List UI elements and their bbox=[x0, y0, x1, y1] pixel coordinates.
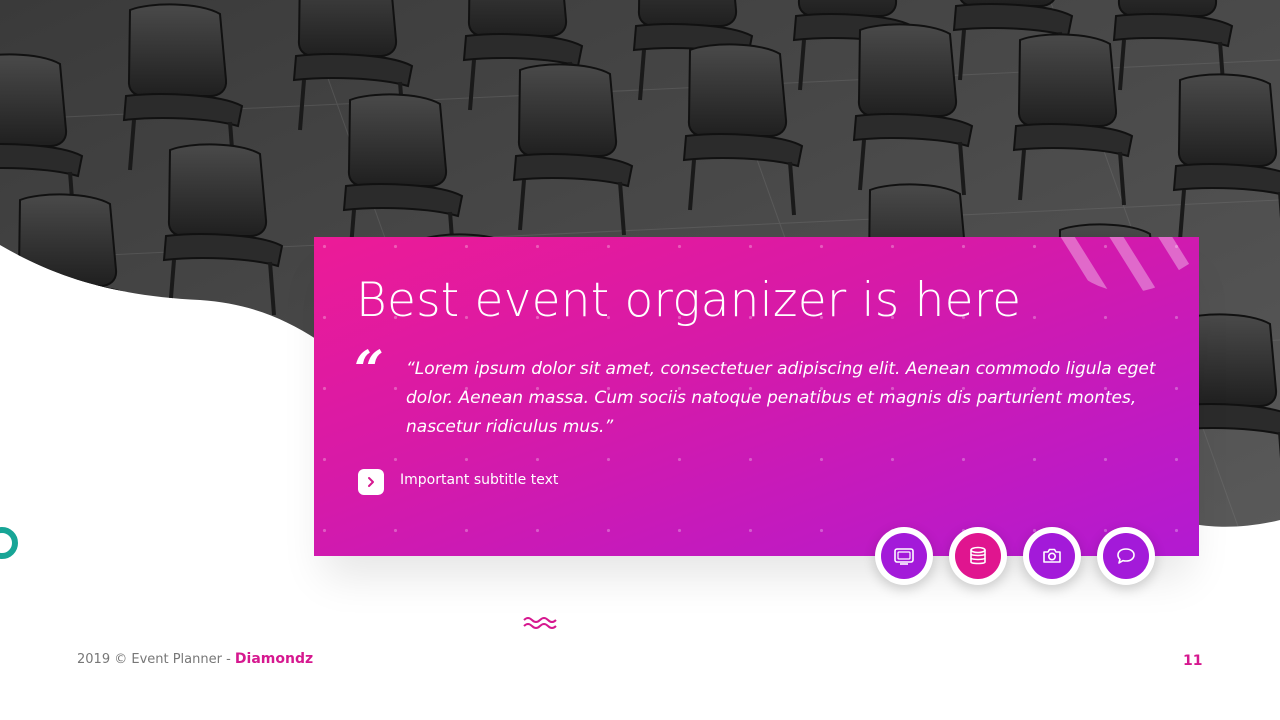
chat-icon bbox=[1117, 548, 1135, 564]
chevron-right-icon bbox=[368, 477, 374, 487]
camera-icon bbox=[1043, 548, 1061, 563]
footer-brand: Diamondz bbox=[234, 651, 314, 667]
footer: 2019 © Event Planner - Diamondz bbox=[77, 651, 313, 667]
page-number: 11 bbox=[1183, 653, 1203, 669]
striped-circle-decoration bbox=[1049, 237, 1199, 292]
database-button[interactable] bbox=[949, 527, 1007, 585]
quote-mark-icon: “ bbox=[354, 340, 384, 401]
tv-button[interactable] bbox=[875, 527, 933, 585]
subtitle-text: Important subtitle text bbox=[400, 472, 559, 488]
quote-card: Best event organizer is here “ “Lorem ip… bbox=[314, 237, 1199, 556]
slide-title: Best event organizer is here bbox=[356, 273, 1022, 328]
database-icon bbox=[970, 546, 986, 565]
subtitle-arrow-button[interactable] bbox=[358, 469, 384, 495]
tv-icon bbox=[894, 548, 914, 565]
camera-button[interactable] bbox=[1023, 527, 1081, 585]
squiggle-decoration bbox=[523, 617, 557, 629]
footer-copyright: 2019 © Event Planner - bbox=[77, 652, 235, 667]
chat-button[interactable] bbox=[1097, 527, 1155, 585]
quote-text: “Lorem ipsum dolor sit amet, consectetue… bbox=[406, 359, 1156, 437]
